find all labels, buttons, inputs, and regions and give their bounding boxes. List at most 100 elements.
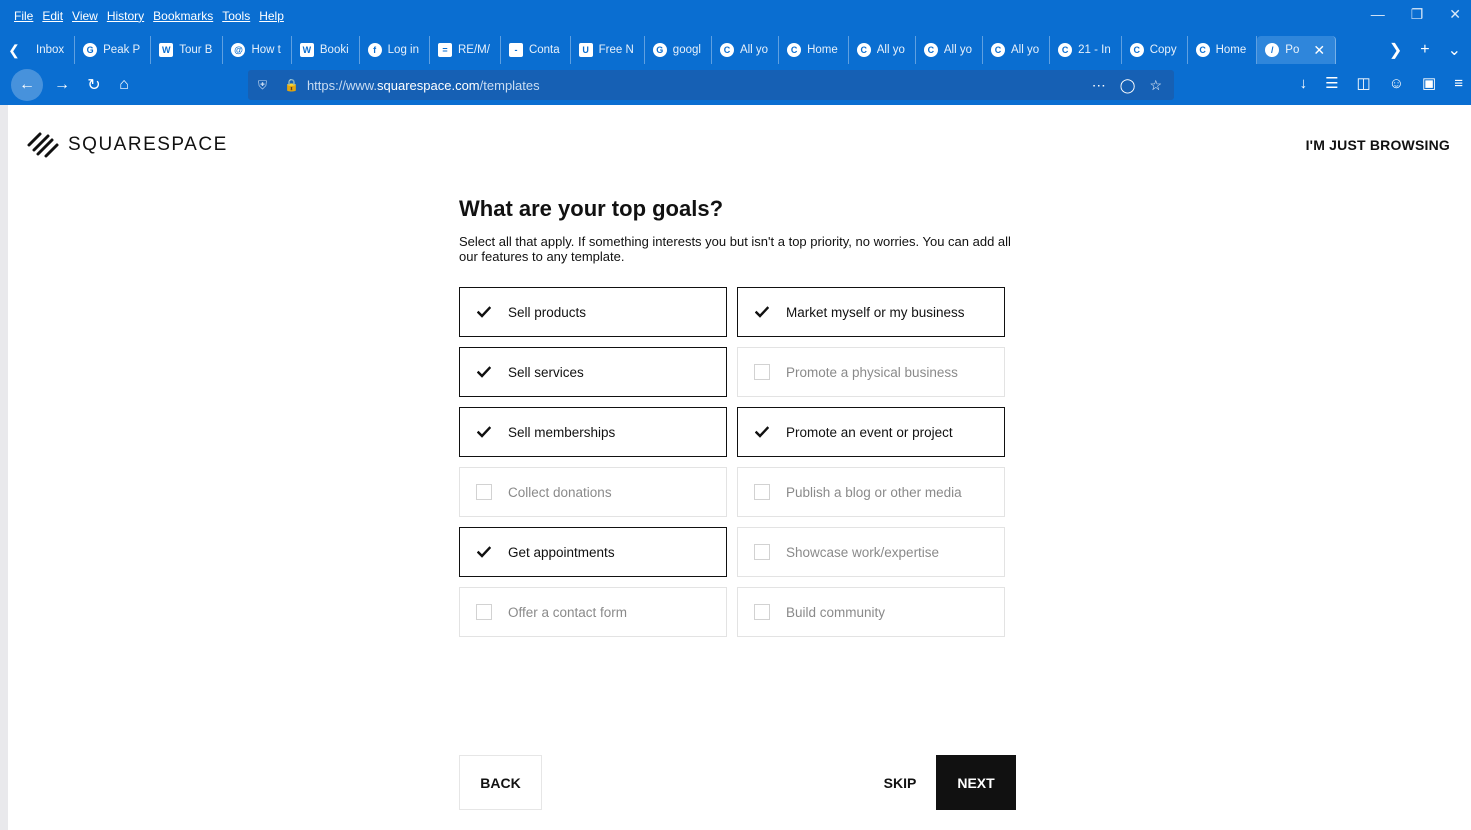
library-icon[interactable]: ☰ [1325, 74, 1338, 92]
sidebar-icon[interactable]: ◫ [1357, 74, 1371, 92]
menu-edit[interactable]: Edit [42, 9, 63, 23]
empty-checkbox-icon[interactable] [754, 484, 770, 500]
skip-button[interactable]: SKIP [872, 755, 928, 810]
browser-tab[interactable]: - Conta [501, 36, 571, 64]
browser-tab[interactable]: W Booki [292, 36, 360, 64]
close-window-icon[interactable]: ✕ [1449, 6, 1461, 23]
browser-tab[interactable]: f Log in [360, 36, 430, 64]
checkmark-icon[interactable] [476, 364, 492, 380]
browser-tab[interactable]: / Po ✕ [1257, 36, 1337, 64]
tab-scroll-left-icon[interactable]: ❮ [0, 42, 28, 59]
minimize-icon[interactable]: — [1371, 6, 1385, 23]
account-icon[interactable]: ☺ [1389, 75, 1404, 92]
menu-tools[interactable]: Tools [222, 9, 250, 23]
navigation-bar: ← → ↻ ⌂ ⛨ 🔒 https://www. squarespace.com /… [0, 66, 1471, 104]
tab-title: Booki [319, 44, 349, 56]
page-actions-icon[interactable]: ⋯ [1092, 77, 1106, 94]
url-bar[interactable]: ⛨ 🔒 https://www. squarespace.com/template… [248, 70, 1174, 100]
browser-tab[interactable]: C All yo [916, 36, 983, 64]
tab-favicon-icon: U [578, 43, 593, 57]
tab-favicon-icon: G [652, 43, 667, 57]
just-browsing-link[interactable]: I'M JUST BROWSING [1306, 137, 1450, 153]
empty-checkbox-icon[interactable] [476, 604, 492, 620]
goal-option[interactable]: Sell memberships [459, 407, 727, 457]
empty-checkbox-icon[interactable] [754, 544, 770, 560]
goal-option[interactable]: Collect donations [459, 467, 727, 517]
menu-bookmarks[interactable]: Bookmarks [153, 9, 213, 23]
checkmark-icon[interactable] [476, 304, 492, 320]
goal-option[interactable]: Showcase work/expertise [737, 527, 1005, 577]
goal-option[interactable]: Publish a blog or other media [737, 467, 1005, 517]
empty-checkbox-icon[interactable] [476, 484, 492, 500]
tab-title: Peak P [103, 44, 141, 56]
browser-tab[interactable]: Inbox [28, 36, 76, 64]
empty-checkbox-icon[interactable] [754, 364, 770, 380]
tab-favicon-icon: W [159, 43, 174, 57]
bookmark-star-icon[interactable]: ☆ [1149, 77, 1162, 94]
tab-list-chevron-down-icon[interactable]: ⌄ [1448, 40, 1461, 60]
goal-option-label: Market myself or my business [786, 304, 965, 320]
browser-tab[interactable]: C Copy [1122, 36, 1188, 64]
browser-tab[interactable]: = RE/M/ [430, 36, 501, 64]
url-path: /templates [479, 77, 540, 93]
goal-option[interactable]: Promote a physical business [737, 347, 1005, 397]
menu-file[interactable]: File [14, 9, 33, 23]
back-arrow-icon[interactable]: ← [11, 69, 43, 101]
menu-history[interactable]: History [107, 9, 144, 23]
back-button[interactable]: BACK [459, 755, 542, 810]
browser-tab[interactable]: G Peak P [75, 36, 152, 64]
extension-icon[interactable]: ▣ [1422, 74, 1436, 92]
next-button[interactable]: NEXT [936, 755, 1016, 810]
hamburger-menu-icon[interactable]: ≡ [1454, 75, 1463, 92]
lock-icon[interactable]: 🔒 [284, 78, 299, 92]
checkmark-icon[interactable] [476, 544, 492, 560]
browser-tab[interactable]: C 21 - In [1050, 36, 1122, 64]
tab-scroll-right-icon[interactable]: ❯ [1389, 40, 1402, 60]
tab-title: All yo [876, 44, 905, 56]
menu-help[interactable]: Help [259, 9, 284, 23]
browser-tab[interactable]: C All yo [712, 36, 780, 64]
checkmark-icon[interactable] [754, 304, 770, 320]
goal-option[interactable]: Sell services [459, 347, 727, 397]
browser-tab[interactable]: C All yo [983, 36, 1051, 64]
empty-checkbox-icon[interactable] [754, 604, 770, 620]
browser-tab[interactable]: @ How t [223, 36, 292, 64]
browser-tab[interactable]: U Free N [571, 36, 645, 64]
tab-title: All yo [739, 44, 769, 56]
goal-option[interactable]: Get appointments [459, 527, 727, 577]
close-tab-icon[interactable]: ✕ [1313, 42, 1325, 59]
home-icon[interactable]: ⌂ [111, 72, 137, 98]
goal-option[interactable]: Sell products [459, 287, 727, 337]
goal-option-label: Promote a physical business [786, 364, 958, 380]
tab-title: Tour B [179, 44, 213, 56]
goal-option[interactable]: Promote an event or project [737, 407, 1005, 457]
browser-tab[interactable]: C All yo [849, 36, 916, 64]
download-icon[interactable]: ↓ [1300, 75, 1308, 92]
squarespace-logo[interactable]: SQUARESPACE [26, 131, 228, 159]
tab-title: All yo [943, 44, 972, 56]
menu-view[interactable]: View [72, 9, 98, 23]
browser-tab[interactable]: C Home [779, 36, 849, 64]
checkmark-icon[interactable] [476, 424, 492, 440]
goal-option-label: Promote an event or project [786, 424, 953, 440]
page-title: What are your top goals? [459, 196, 724, 221]
goal-option[interactable]: Build community [737, 587, 1005, 637]
checkmark-icon[interactable] [754, 424, 770, 440]
new-tab-icon[interactable]: + [1420, 41, 1429, 59]
tab-title: Copy [1149, 44, 1177, 56]
goal-option-label: Get appointments [508, 544, 615, 560]
tab-title: 21 - In [1078, 44, 1111, 56]
goal-option[interactable]: Offer a contact form [459, 587, 727, 637]
restore-icon[interactable]: ❐ [1411, 6, 1424, 23]
url-host: squarespace.com [377, 77, 480, 93]
browser-tab[interactable]: Ggoogl [645, 36, 712, 64]
goal-option[interactable]: Market myself or my business [737, 287, 1005, 337]
browser-tab[interactable]: C Home [1188, 36, 1258, 64]
squarespace-logo-icon [27, 132, 59, 158]
shield-icon[interactable]: ⛨ [258, 78, 272, 93]
pocket-icon[interactable]: ◯ [1120, 77, 1136, 94]
goal-option-label: Sell memberships [508, 424, 616, 440]
browser-tab[interactable]: W Tour B [151, 36, 224, 64]
forward-arrow-icon[interactable]: → [49, 72, 75, 98]
reload-icon[interactable]: ↻ [81, 72, 107, 98]
